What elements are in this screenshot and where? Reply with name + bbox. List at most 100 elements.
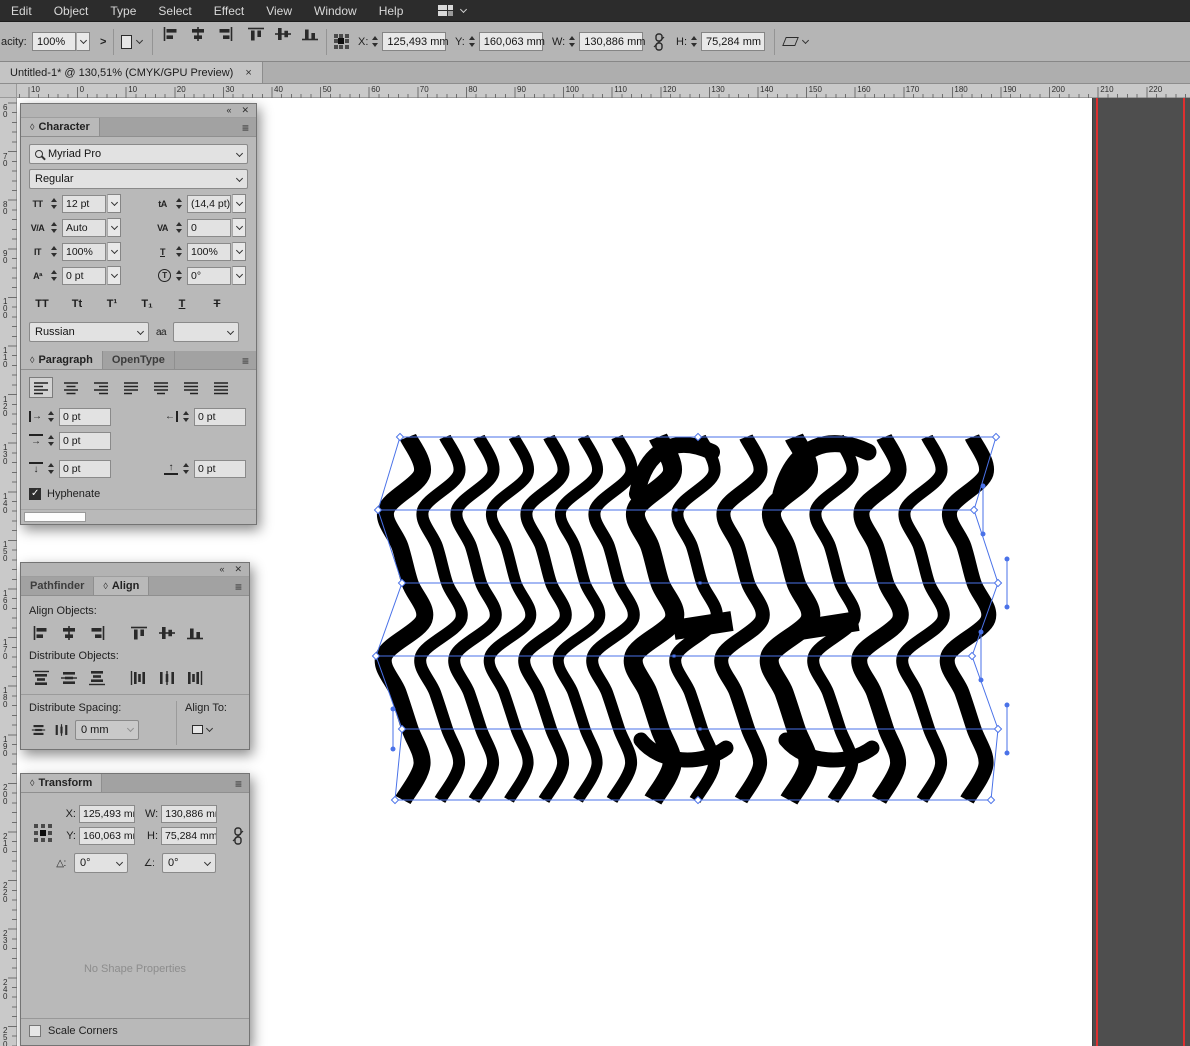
stepper[interactable] (174, 242, 184, 261)
tab-pathfinder[interactable]: Pathfinder (21, 577, 94, 595)
font-size-control[interactable]: TT 12 pt (29, 194, 121, 213)
stepper[interactable] (49, 194, 59, 213)
left-indent-value[interactable]: 0 pt (59, 408, 111, 426)
chevron-down-icon[interactable] (232, 218, 246, 237)
language-select[interactable]: Russian (29, 322, 149, 342)
x-stepper[interactable] (370, 32, 380, 51)
kerning-value[interactable]: Auto (62, 219, 106, 237)
align-horizontal-center-button[interactable] (57, 622, 81, 643)
transform-y-input[interactable]: 160,063 mm (79, 827, 135, 845)
space-before-control[interactable]: ↓ 0 pt (29, 459, 111, 478)
align-vertical-bottom-button[interactable] (183, 622, 207, 643)
align-vertical-center-button[interactable] (270, 22, 295, 46)
tab-close-icon[interactable]: × (245, 67, 251, 79)
align-left-button[interactable] (29, 377, 53, 398)
shear-dropdown[interactable] (784, 22, 808, 61)
left-indent-control[interactable]: → 0 pt (29, 407, 111, 426)
stepper[interactable] (46, 407, 56, 426)
stepper[interactable] (49, 218, 59, 237)
justify-center-button[interactable] (149, 377, 173, 398)
justify-right-button[interactable] (179, 377, 203, 398)
tab-align[interactable]: Align (94, 577, 149, 595)
align-horizontal-left-button[interactable] (158, 22, 183, 46)
chevron-down-icon[interactable] (223, 331, 238, 334)
baseline-shift-control[interactable]: Aª 0 pt (29, 266, 121, 285)
collapse-panel-icon[interactable]: « (219, 565, 224, 574)
horizontal-scale-control[interactable]: T 100% (154, 242, 246, 261)
panel-menu-icon[interactable]: ≡ (235, 777, 242, 791)
y-input[interactable]: 160,063 mm (479, 32, 543, 51)
chevron-down-icon[interactable] (107, 218, 121, 237)
align-vertical-top-button[interactable] (243, 22, 268, 46)
align-vertical-bottom-button[interactable] (297, 22, 322, 46)
tracking-value[interactable]: 0 (187, 219, 231, 237)
character-rotation-value[interactable]: 0° (187, 267, 231, 285)
x-input[interactable]: 125,493 mm (382, 32, 446, 51)
panel-menu-icon[interactable]: ≡ (235, 580, 242, 594)
chevron-down-icon[interactable] (200, 862, 215, 865)
reference-point-icon[interactable] (333, 22, 350, 61)
horizontal-distribute-space-button[interactable] (52, 719, 71, 740)
menu-select[interactable]: Select (147, 4, 202, 18)
opacity-value[interactable]: 100% (32, 32, 76, 51)
all-caps-button[interactable]: TT (29, 294, 55, 314)
hyphenate-checkbox[interactable] (29, 488, 41, 500)
rotate-combo[interactable]: 0° (74, 853, 128, 873)
menu-effect[interactable]: Effect (203, 4, 255, 18)
y-stepper[interactable] (467, 32, 477, 51)
distribute-vertical-top-button[interactable] (29, 667, 53, 688)
right-indent-control[interactable]: ← 0 pt (164, 407, 246, 426)
first-line-indent-value[interactable]: 0 pt (59, 432, 111, 450)
chevron-down-icon[interactable] (76, 32, 90, 51)
chevron-down-icon[interactable] (107, 242, 121, 261)
chevron-down-icon[interactable] (232, 242, 246, 261)
space-after-value[interactable]: 0 pt (194, 460, 246, 478)
justify-all-button[interactable] (209, 377, 233, 398)
transform-w-input[interactable]: 130,886 mm (161, 805, 217, 823)
stepper[interactable] (181, 407, 191, 426)
menu-type[interactable]: Type (99, 4, 147, 18)
horizontal-scale-value[interactable]: 100% (187, 243, 231, 261)
superscript-button[interactable]: T¹ (99, 294, 125, 314)
menu-object[interactable]: Object (43, 4, 100, 18)
stepper[interactable] (46, 431, 56, 450)
w-stepper[interactable] (567, 32, 577, 51)
tab-paragraph[interactable]: Paragraph (21, 351, 103, 369)
close-panel-icon[interactable]: ✕ (234, 565, 242, 574)
stepper[interactable] (174, 266, 184, 285)
align-to-dropdown[interactable] (185, 719, 219, 740)
menu-window[interactable]: Window (303, 4, 368, 18)
w-input[interactable]: 130,886 mm (579, 32, 643, 51)
panel-menu-icon[interactable]: ≡ (242, 121, 249, 135)
stepper[interactable] (49, 266, 59, 285)
expand-options-button[interactable]: > (100, 22, 106, 61)
glyph-alternates-select[interactable] (173, 322, 239, 342)
align-horizontal-left-button[interactable] (29, 622, 53, 643)
stepper[interactable] (174, 218, 184, 237)
scale-corners-checkbox[interactable] (29, 1025, 41, 1037)
align-horizontal-center-button[interactable] (185, 22, 210, 46)
tracking-control[interactable]: VA 0 (154, 218, 246, 237)
shear-combo[interactable]: 0° (162, 853, 216, 873)
chevron-down-icon[interactable] (232, 153, 247, 156)
align-right-button[interactable] (89, 377, 113, 398)
first-line-indent-control[interactable]: → 0 pt (29, 431, 111, 450)
chevron-down-icon[interactable] (232, 266, 246, 285)
menu-view[interactable]: View (255, 4, 303, 18)
justify-left-button[interactable] (119, 377, 143, 398)
menu-edit[interactable]: Edit (0, 4, 43, 18)
kerning-control[interactable]: V/A Auto (29, 218, 121, 237)
stepper[interactable] (46, 459, 56, 478)
vertical-scale-control[interactable]: IT 100% (29, 242, 121, 261)
subscript-button[interactable]: T₁ (134, 294, 160, 314)
tab-transform[interactable]: Transform (21, 774, 102, 792)
tab-opentype[interactable]: OpenType (103, 351, 175, 369)
collapse-panel-icon[interactable]: « (226, 106, 231, 115)
space-before-value[interactable]: 0 pt (59, 460, 111, 478)
constrain-proportions-icon[interactable] (232, 827, 244, 845)
vertical-distribute-space-button[interactable] (29, 719, 48, 740)
chevron-down-icon[interactable] (232, 178, 247, 181)
font-style-select[interactable]: Regular (29, 169, 248, 189)
align-vertical-center-button[interactable] (155, 622, 179, 643)
align-horizontal-right-button[interactable] (212, 22, 237, 46)
